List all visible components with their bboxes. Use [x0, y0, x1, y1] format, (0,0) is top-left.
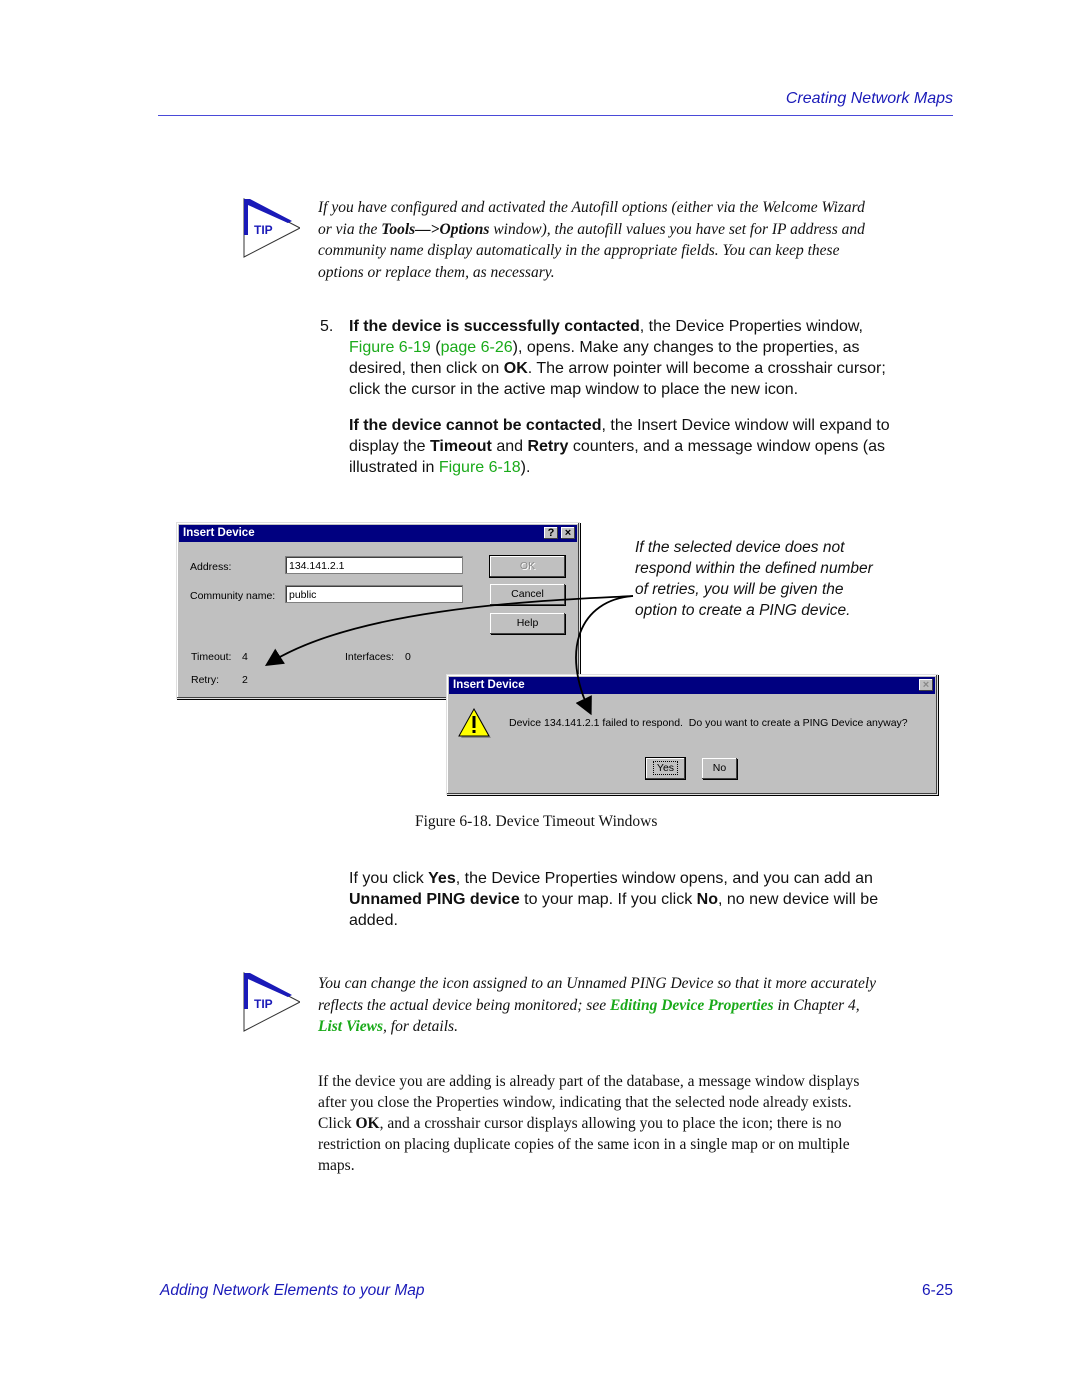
tip-badge: TIP	[254, 997, 273, 1011]
arrow-to-message	[575, 595, 634, 716]
tip-icon: TIP	[240, 971, 302, 1033]
page-number: 6-25	[921, 1282, 953, 1299]
callout-arrows	[264, 595, 634, 716]
arrow-to-timeout	[264, 595, 634, 666]
duplicate-device-paragraph: If the device you are adding is already …	[318, 1073, 860, 1174]
yes-no-paragraph: If you click Yes, the Device Properties …	[349, 870, 879, 929]
figure-caption: Figure 6-18. Device Timeout Windows	[415, 813, 658, 830]
list-views-link[interactable]: List Views	[318, 1018, 383, 1035]
editing-device-properties-link[interactable]: Editing Device Properties	[610, 997, 774, 1014]
tip-text: You can change the icon assigned to an U…	[318, 975, 877, 1035]
footer-section-title: Adding Network Elements to your Map	[160, 1282, 425, 1299]
